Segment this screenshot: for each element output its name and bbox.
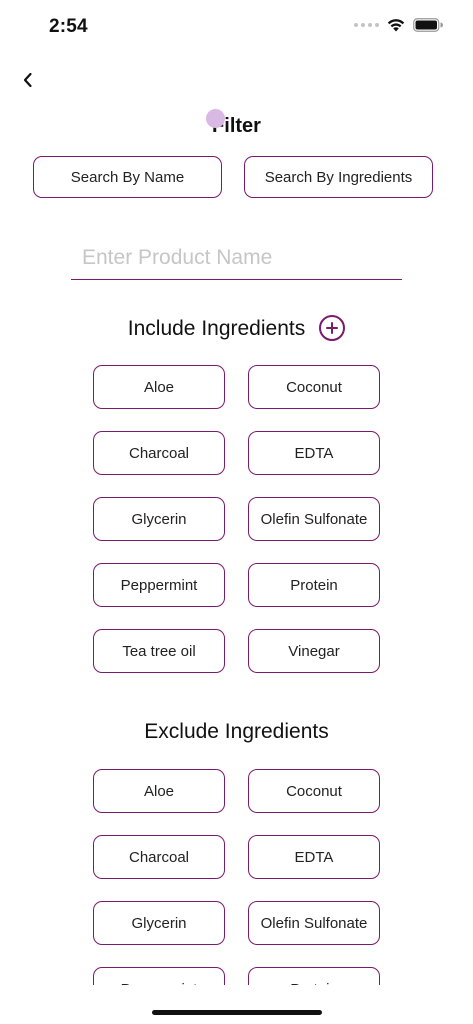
include-ingredients-section: Include Ingredients — [0, 315, 473, 342]
exclude-ingredients-list: Aloe Coconut Charcoal EDTA Glycerin Olef… — [93, 769, 380, 985]
product-name-input[interactable] — [71, 236, 402, 280]
include-ingredients-list: Aloe Coconut Charcoal EDTA Glycerin Olef… — [93, 365, 380, 673]
include-ingredients-heading: Include Ingredients — [127, 317, 306, 340]
exclude-chip[interactable]: Charcoal — [93, 835, 225, 879]
exclude-ingredients-section: Exclude Ingredients — [0, 720, 473, 744]
home-indicator[interactable] — [152, 1010, 322, 1015]
exclude-chip[interactable]: Coconut — [248, 769, 380, 813]
search-by-name-button[interactable]: Search By Name — [33, 156, 222, 198]
include-chip[interactable]: Tea tree oil — [93, 629, 225, 673]
include-chip[interactable]: Protein — [248, 563, 380, 607]
status-icons — [354, 18, 443, 32]
include-chip[interactable]: Glycerin — [93, 497, 225, 541]
exclude-chip[interactable]: Olefin Sulfonate — [248, 901, 380, 945]
exclude-chip[interactable]: Aloe — [93, 769, 225, 813]
add-ingredient-button[interactable] — [319, 315, 346, 341]
battery-icon — [413, 18, 443, 32]
include-chip[interactable]: Olefin Sulfonate — [248, 497, 380, 541]
exclude-chip[interactable]: Glycerin — [93, 901, 225, 945]
wifi-icon — [387, 18, 405, 32]
page-title: Filter — [212, 115, 261, 137]
status-time: 2:54 — [49, 16, 88, 37]
include-chip[interactable]: Vinegar — [248, 629, 380, 673]
include-chip[interactable]: Coconut — [248, 365, 380, 409]
include-chip[interactable]: Peppermint — [93, 563, 225, 607]
back-button[interactable] — [16, 68, 40, 92]
screen-content: 2:54 Filter Search By Name Search By Ing… — [0, 0, 473, 985]
signal-icon — [354, 23, 379, 27]
include-chip[interactable]: Charcoal — [93, 431, 225, 475]
exclude-chip[interactable]: Protein — [248, 967, 380, 985]
include-chip[interactable]: Aloe — [93, 365, 225, 409]
exclude-ingredients-heading: Exclude Ingredients — [144, 720, 329, 743]
chevron-left-icon — [23, 72, 32, 88]
plus-icon — [326, 322, 339, 334]
touch-indicator — [206, 109, 225, 128]
exclude-chip[interactable]: EDTA — [248, 835, 380, 879]
include-chip[interactable]: EDTA — [248, 431, 380, 475]
status-bar: 2:54 — [0, 0, 473, 54]
search-by-ingredients-button[interactable]: Search By Ingredients — [244, 156, 433, 198]
exclude-chip[interactable]: Peppermint — [93, 967, 225, 985]
